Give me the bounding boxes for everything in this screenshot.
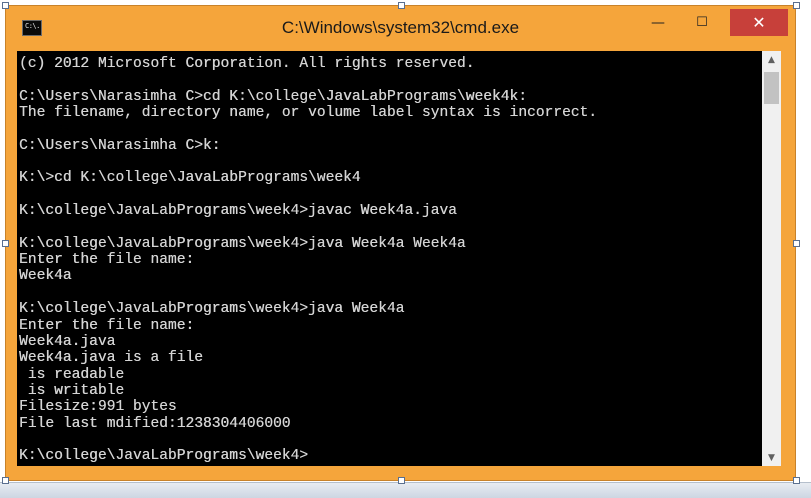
console-line: C:\Users\Narasimha C>cd K:\college\JavaL… [19,88,527,105]
bottom-strip [0,482,811,498]
resize-handle-top-left[interactable] [2,2,9,9]
console-line: Week4a [19,268,72,285]
chevron-up-icon: ▲ [768,54,775,65]
console-line: C:\Users\Narasimha C>k: [19,137,221,154]
console-line: K:\college\JavaLabPrograms\week4>java We… [19,301,405,318]
console-line: File last mdified:1238304406000 [19,415,291,432]
console-line: (c) 2012 Microsoft Corporation. All righ… [19,56,475,72]
console-line: Enter the file name: [19,252,195,269]
maximize-icon: ☐ [696,15,708,30]
console-line: Week4a.java is a file [19,350,203,367]
chevron-down-icon: ▼ [768,452,775,463]
console-line: Filesize:991 bytes [19,399,177,416]
console-line: is writable [19,382,125,399]
close-button[interactable]: ✕ [730,9,788,36]
resize-handle-bottom-left[interactable] [2,477,9,484]
scroll-up-button[interactable]: ▲ [762,51,781,68]
console-line: The filename, directory name, or volume … [19,105,598,122]
resize-handle-top-center[interactable] [398,2,405,9]
resize-handle-top-right[interactable] [793,2,800,9]
console-line: K:\>cd K:\college\JavaLabPrograms\week4 [19,170,361,187]
close-icon: ✕ [752,13,766,32]
resize-handle-bottom-center[interactable] [398,477,405,484]
console-text: (c) 2012 Microsoft Corporation. All righ… [17,51,762,465]
resize-handle-middle-left[interactable] [2,240,9,247]
title-bar[interactable]: C:\. C:\Windows\system32\cmd.exe — ☐ ✕ [6,6,795,51]
console-line: K:\college\JavaLabPrograms\week4> [19,448,309,465]
scrollbar-thumb[interactable] [764,72,779,104]
resize-handle-middle-right[interactable] [793,240,800,247]
minimize-icon: — [651,14,665,31]
console-line: Week4a.java [19,333,116,350]
console-line: K:\college\JavaLabPrograms\week4>java We… [19,235,466,252]
minimize-button[interactable]: — [638,9,678,36]
console-line: K:\college\JavaLabPrograms\week4>javac W… [19,203,457,220]
vertical-scrollbar[interactable]: ▲ ▼ [762,51,781,466]
console-output[interactable]: (c) 2012 Microsoft Corporation. All righ… [17,51,762,466]
maximize-button[interactable]: ☐ [682,9,722,36]
console-line: Enter the file name: [19,317,195,334]
resize-handle-bottom-right[interactable] [793,477,800,484]
console-line: is readable [19,366,125,383]
scroll-down-button[interactable]: ▼ [762,449,781,466]
